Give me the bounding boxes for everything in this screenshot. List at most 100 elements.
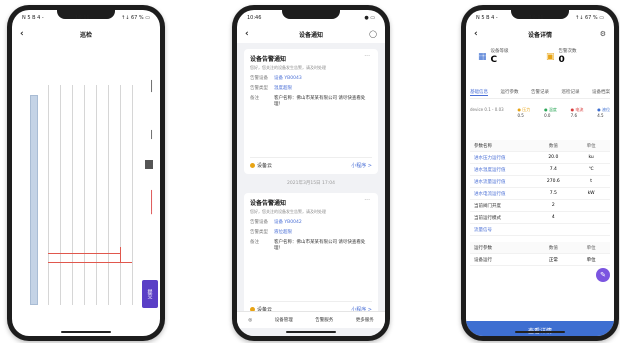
submit-button[interactable]: 提交	[142, 280, 158, 308]
keyboard-icon[interactable]: ◎	[248, 318, 252, 323]
source-label: 设备云	[250, 162, 272, 169]
param-name: 设备运行	[474, 257, 492, 263]
settings-icon[interactable]: ⚙	[600, 27, 606, 41]
grade-card: ▦ 设备等级 C	[472, 43, 540, 71]
tab-device[interactable]: 设备管理	[275, 317, 293, 323]
table-row[interactable]: 流量信号	[470, 224, 610, 236]
row-value: 设备 YB0042	[274, 220, 302, 225]
notification-card[interactable]: ··· 设备告警通知 您好，您关注的设备发生告警，请及时处理 告警设备 设备 Y…	[244, 49, 378, 174]
grid-line	[120, 85, 121, 305]
back-icon[interactable]: ‹	[474, 27, 478, 41]
status-bar: N 5 B 4 - 10:11 ↑↓ 67 % ▭	[22, 15, 150, 23]
status-time: 10:11	[529, 15, 544, 21]
summary-cards: ▦ 设备等级 C ▣ 告警次数 0	[472, 43, 608, 71]
table-row[interactable]: 进水流量运行值 270.6 t	[470, 176, 610, 188]
grade-value: C	[490, 55, 498, 65]
page-title: 设备通知	[298, 31, 323, 39]
status-right: ↑↓ 67 % ▭	[575, 15, 604, 21]
card-desc: 您好，您关注的设备发生告警，请及时处理	[250, 209, 326, 214]
param-name: 进水压力运行值	[474, 155, 506, 161]
alarm-icon: ▣	[546, 52, 555, 62]
param-unit: kW	[587, 191, 595, 196]
device-icon: ▦	[478, 52, 487, 62]
param-unit: 单位	[586, 257, 596, 263]
table-row[interactable]: 当前阀门开度 2	[470, 200, 610, 212]
table-row[interactable]: 进水压力运行值 20.0 ku	[470, 152, 610, 164]
phone-1-screen: N 5 B 4 - 10:11 ↑↓ 67 % ▭ ‹ 巡检 ━━━━ ━━━ …	[12, 10, 160, 336]
param-unit: ℃	[588, 167, 594, 172]
phone-3: N 5 B 4 - 10:11 ↑↓ 67 % ▭ ‹ 设备详情 ⚙ ▦ 设备等…	[461, 5, 619, 341]
param-name: 当前阀门开度	[474, 203, 501, 209]
grid-line	[84, 85, 85, 305]
status-time: 10:46	[247, 15, 262, 21]
row-key: 备注	[250, 96, 259, 101]
status-time: 10:11	[75, 15, 90, 21]
side-label: ━━━━	[148, 80, 154, 93]
tab-archive[interactable]: 设备档案	[592, 89, 610, 96]
status-bar: 10:46 ● ▭	[247, 15, 375, 23]
row-value: 液位超限	[274, 230, 292, 235]
alert-count-value: 0	[558, 55, 565, 65]
page-title: 巡检	[79, 31, 92, 39]
alert-marker	[120, 247, 121, 263]
tab-more[interactable]: 更多服务	[356, 317, 374, 323]
param-value: 2	[551, 203, 555, 208]
grid-line	[108, 85, 109, 305]
table-row[interactable]: 设备运行 正常 单位	[470, 254, 610, 266]
tab-params[interactable]: 运行参数	[501, 89, 519, 96]
row-value: 客户名称：佛山市某某有限公司 请尽快查看处理！	[274, 240, 366, 251]
status-right: ↑↓ 67 % ▭	[121, 15, 150, 21]
grid-line	[132, 85, 133, 305]
user-icon[interactable]: ◯	[369, 27, 377, 41]
param-unit: ku	[588, 155, 594, 160]
col-unit: 单位	[586, 143, 596, 149]
tab-basic[interactable]: 基础信息	[470, 89, 488, 96]
more-icon[interactable]: ···	[364, 197, 370, 204]
timestamp: 2021年3月15日 17:04	[287, 181, 335, 186]
home-indicator	[61, 331, 111, 333]
legend-item: ● 压力 0.5	[517, 107, 531, 118]
table-row[interactable]: 进水电流运行值 7.5 kW	[470, 188, 610, 200]
nav-bar: ‹ 设备详情 ⚙	[466, 27, 614, 41]
tab-alert[interactable]: 告警服务	[315, 317, 333, 323]
status-bar: N 5 B 4 - 10:11 ↑↓ 67 % ▭	[476, 15, 604, 23]
param-name: 流量信号	[474, 227, 492, 233]
col-name: 参数名称	[474, 143, 492, 149]
side-block	[145, 160, 153, 169]
mini-program-link[interactable]: 小程序 >	[351, 162, 372, 169]
col-name: 运行参数	[474, 245, 492, 251]
table-header: 参数名称 数值 单位	[470, 140, 610, 152]
bottom-tab-bar: ◎ 设备管理 告警服务 更多服务	[237, 311, 385, 328]
grid-line	[96, 85, 97, 305]
back-icon[interactable]: ‹	[245, 27, 249, 41]
table-row[interactable]: 当前运行模式 4	[470, 212, 610, 224]
inspection-timeline-chart	[30, 55, 140, 305]
home-indicator	[515, 331, 565, 333]
grid-line	[60, 85, 61, 305]
param-name: 进水流量运行值	[474, 179, 506, 185]
legend-item: ● 液位 4.5	[597, 107, 610, 118]
parameter-table: 参数名称 数值 单位 进水压力运行值 20.0 ku 进水温度运行值 7.4 ℃…	[470, 140, 610, 266]
tab-inspection[interactable]: 巡检记录	[562, 89, 580, 96]
param-value: 7.5	[549, 191, 557, 196]
notification-card[interactable]: ··· 设备告警通知 您好，您关注的设备发生告警，请及时处理 告警设备 设备 Y…	[244, 193, 378, 318]
status-left: N 5 B 4 -	[22, 15, 44, 21]
edit-fab-icon[interactable]: ✎	[596, 268, 610, 282]
param-name: 当前运行模式	[474, 215, 501, 221]
back-icon[interactable]: ‹	[20, 27, 24, 41]
card-desc: 您好，您关注的设备发生告警，请及时处理	[250, 65, 326, 70]
more-icon[interactable]: ···	[364, 53, 370, 60]
detail-tabs: 基础信息 运行参数 告警记录 巡检记录 设备档案	[470, 89, 610, 99]
row-key: 备注	[250, 240, 259, 245]
table-row[interactable]: 进水温度运行值 7.4 ℃	[470, 164, 610, 176]
legend-item: ● 电流 7.6	[570, 107, 584, 118]
param-value: 正常	[548, 257, 558, 263]
row-value: 温度超限	[274, 86, 292, 91]
table-header: 运行参数 数值 单位	[470, 242, 610, 254]
alert-count-card: ▣ 告警次数 0	[540, 43, 608, 71]
col-unit: 单位	[586, 245, 596, 251]
card-title: 设备告警通知	[250, 56, 287, 63]
view-detail-button[interactable]: 查看详情	[466, 321, 614, 336]
side-label: ━━━	[148, 130, 154, 140]
tab-alerts[interactable]: 告警记录	[531, 89, 549, 96]
